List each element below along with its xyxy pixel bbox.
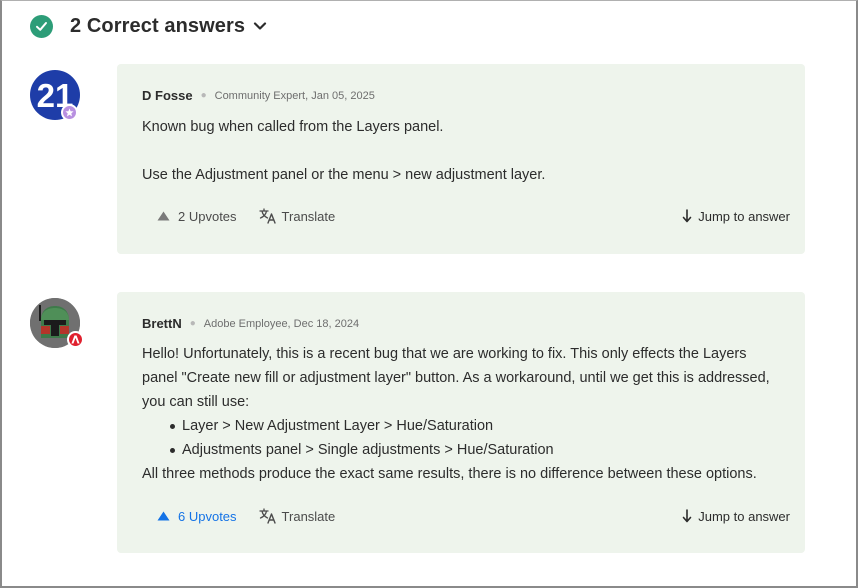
- community-expert-badge-icon: [61, 104, 78, 121]
- author-role-date: Community Expert, Jan 05, 2025: [214, 89, 375, 102]
- workaround-list: Layer > New Adjustment Layer > Hue/Satur…: [142, 414, 785, 462]
- upvote-count: 2 Upvotes: [178, 208, 237, 224]
- answer-actions: 6 Upvotes Translate Jump to answer: [157, 506, 790, 526]
- jump-to-answer-label: Jump to answer: [698, 508, 790, 524]
- separator-dot: ●: [189, 318, 196, 329]
- answer-intro: Hello! Unfortunately, this is a recent b…: [142, 346, 770, 410]
- answer-outro: All three methods produce the exact same…: [142, 466, 757, 482]
- check-circle-icon: [30, 14, 53, 38]
- upvote-count: 6 Upvotes: [178, 508, 237, 524]
- upvote-triangle-icon: [157, 211, 170, 221]
- answer-card: D Fosse ● Community Expert, Jan 05, 2025…: [117, 64, 805, 254]
- upvote-button[interactable]: 6 Upvotes: [157, 509, 237, 524]
- arrow-down-icon: [682, 209, 692, 223]
- list-item: Adjustments panel > Single adjustments >…: [142, 438, 785, 462]
- answer-actions: 2 Upvotes Translate Jump to answer: [157, 206, 790, 226]
- answer-paragraph: Known bug when called from the Layers pa…: [142, 119, 444, 135]
- author-name[interactable]: D Fosse: [142, 88, 193, 103]
- correct-answers-header[interactable]: 2 Correct answers: [30, 12, 267, 40]
- answer-paragraph: Use the Adjustment panel or the menu > n…: [142, 167, 546, 183]
- answer-card: BrettN ● Adobe Employee, Dec 18, 2024 He…: [117, 292, 805, 553]
- author-role-date: Adobe Employee, Dec 18, 2024: [203, 317, 360, 330]
- upvote-triangle-icon: [157, 511, 170, 521]
- translate-label: Translate: [281, 208, 336, 224]
- adobe-employee-badge-icon: [67, 331, 84, 348]
- answer-meta: D Fosse ● Community Expert, Jan 05, 2025: [142, 88, 375, 103]
- translate-button[interactable]: Translate: [258, 508, 336, 524]
- jump-to-answer-link[interactable]: Jump to answer: [682, 209, 790, 224]
- arrow-down-icon: [682, 509, 692, 523]
- list-item: Layer > New Adjustment Layer > Hue/Satur…: [142, 414, 785, 438]
- jump-to-answer-link[interactable]: Jump to answer: [682, 509, 790, 524]
- upvote-button[interactable]: 2 Upvotes: [157, 209, 237, 224]
- translate-button[interactable]: Translate: [258, 208, 336, 224]
- answer-body: Hello! Unfortunately, this is a recent b…: [142, 342, 785, 486]
- author-name[interactable]: BrettN: [142, 316, 182, 331]
- answer-meta: BrettN ● Adobe Employee, Dec 18, 2024: [142, 316, 359, 331]
- correct-answers-title: 2 Correct answers: [70, 14, 246, 37]
- translate-icon: [258, 208, 276, 224]
- translate-icon: [258, 508, 276, 524]
- separator-dot: ●: [200, 90, 207, 101]
- jump-to-answer-label: Jump to answer: [698, 208, 790, 224]
- chevron-down-icon[interactable]: [253, 18, 267, 36]
- translate-label: Translate: [281, 508, 336, 524]
